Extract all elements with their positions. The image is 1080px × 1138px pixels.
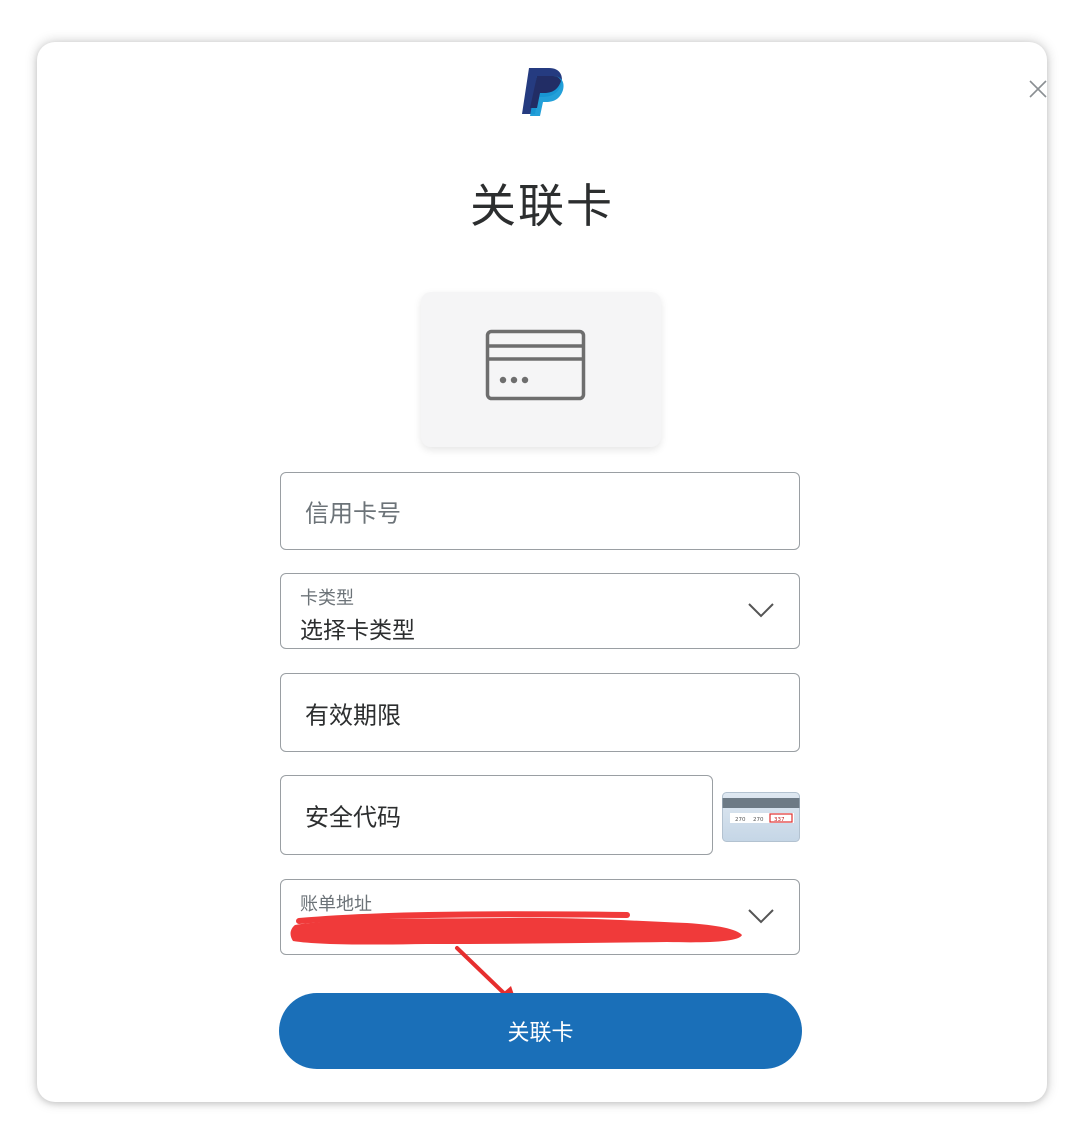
paypal-logo xyxy=(522,68,564,116)
credit-card-icon xyxy=(485,329,586,401)
cvv-digits-3: 337 xyxy=(774,817,785,823)
chevron-down-icon xyxy=(748,909,774,924)
dialog-title: 关联卡 xyxy=(470,179,614,233)
security-code-placeholder: 安全代码 xyxy=(305,803,401,832)
cvv-digits-2: 270 xyxy=(753,817,764,823)
card-number-placeholder: 信用卡号 xyxy=(305,499,401,528)
expiry-date-field[interactable]: 有效期限 xyxy=(280,673,800,752)
expiry-placeholder: 有效期限 xyxy=(305,701,401,729)
card-type-value: 选择卡类型 xyxy=(300,618,415,644)
card-type-select[interactable]: 卡类型 选择卡类型 xyxy=(280,573,800,649)
security-code-field[interactable]: 安全代码 xyxy=(280,775,713,855)
card-type-label: 卡类型 xyxy=(300,588,354,609)
link-card-button[interactable]: 关联卡 xyxy=(279,993,802,1069)
link-card-dialog: 关联卡 信用卡号 卡类型 选择卡类型 有效期限 安全代码 270 270 337… xyxy=(37,42,1047,1102)
card-illustration xyxy=(421,292,661,447)
cvv-digits-1: 270 xyxy=(735,817,746,823)
chevron-down-icon xyxy=(748,603,774,618)
close-icon[interactable] xyxy=(1027,78,1047,100)
card-number-field[interactable]: 信用卡号 xyxy=(280,472,800,550)
cvv-card-icon: 270 270 337 xyxy=(722,792,800,842)
